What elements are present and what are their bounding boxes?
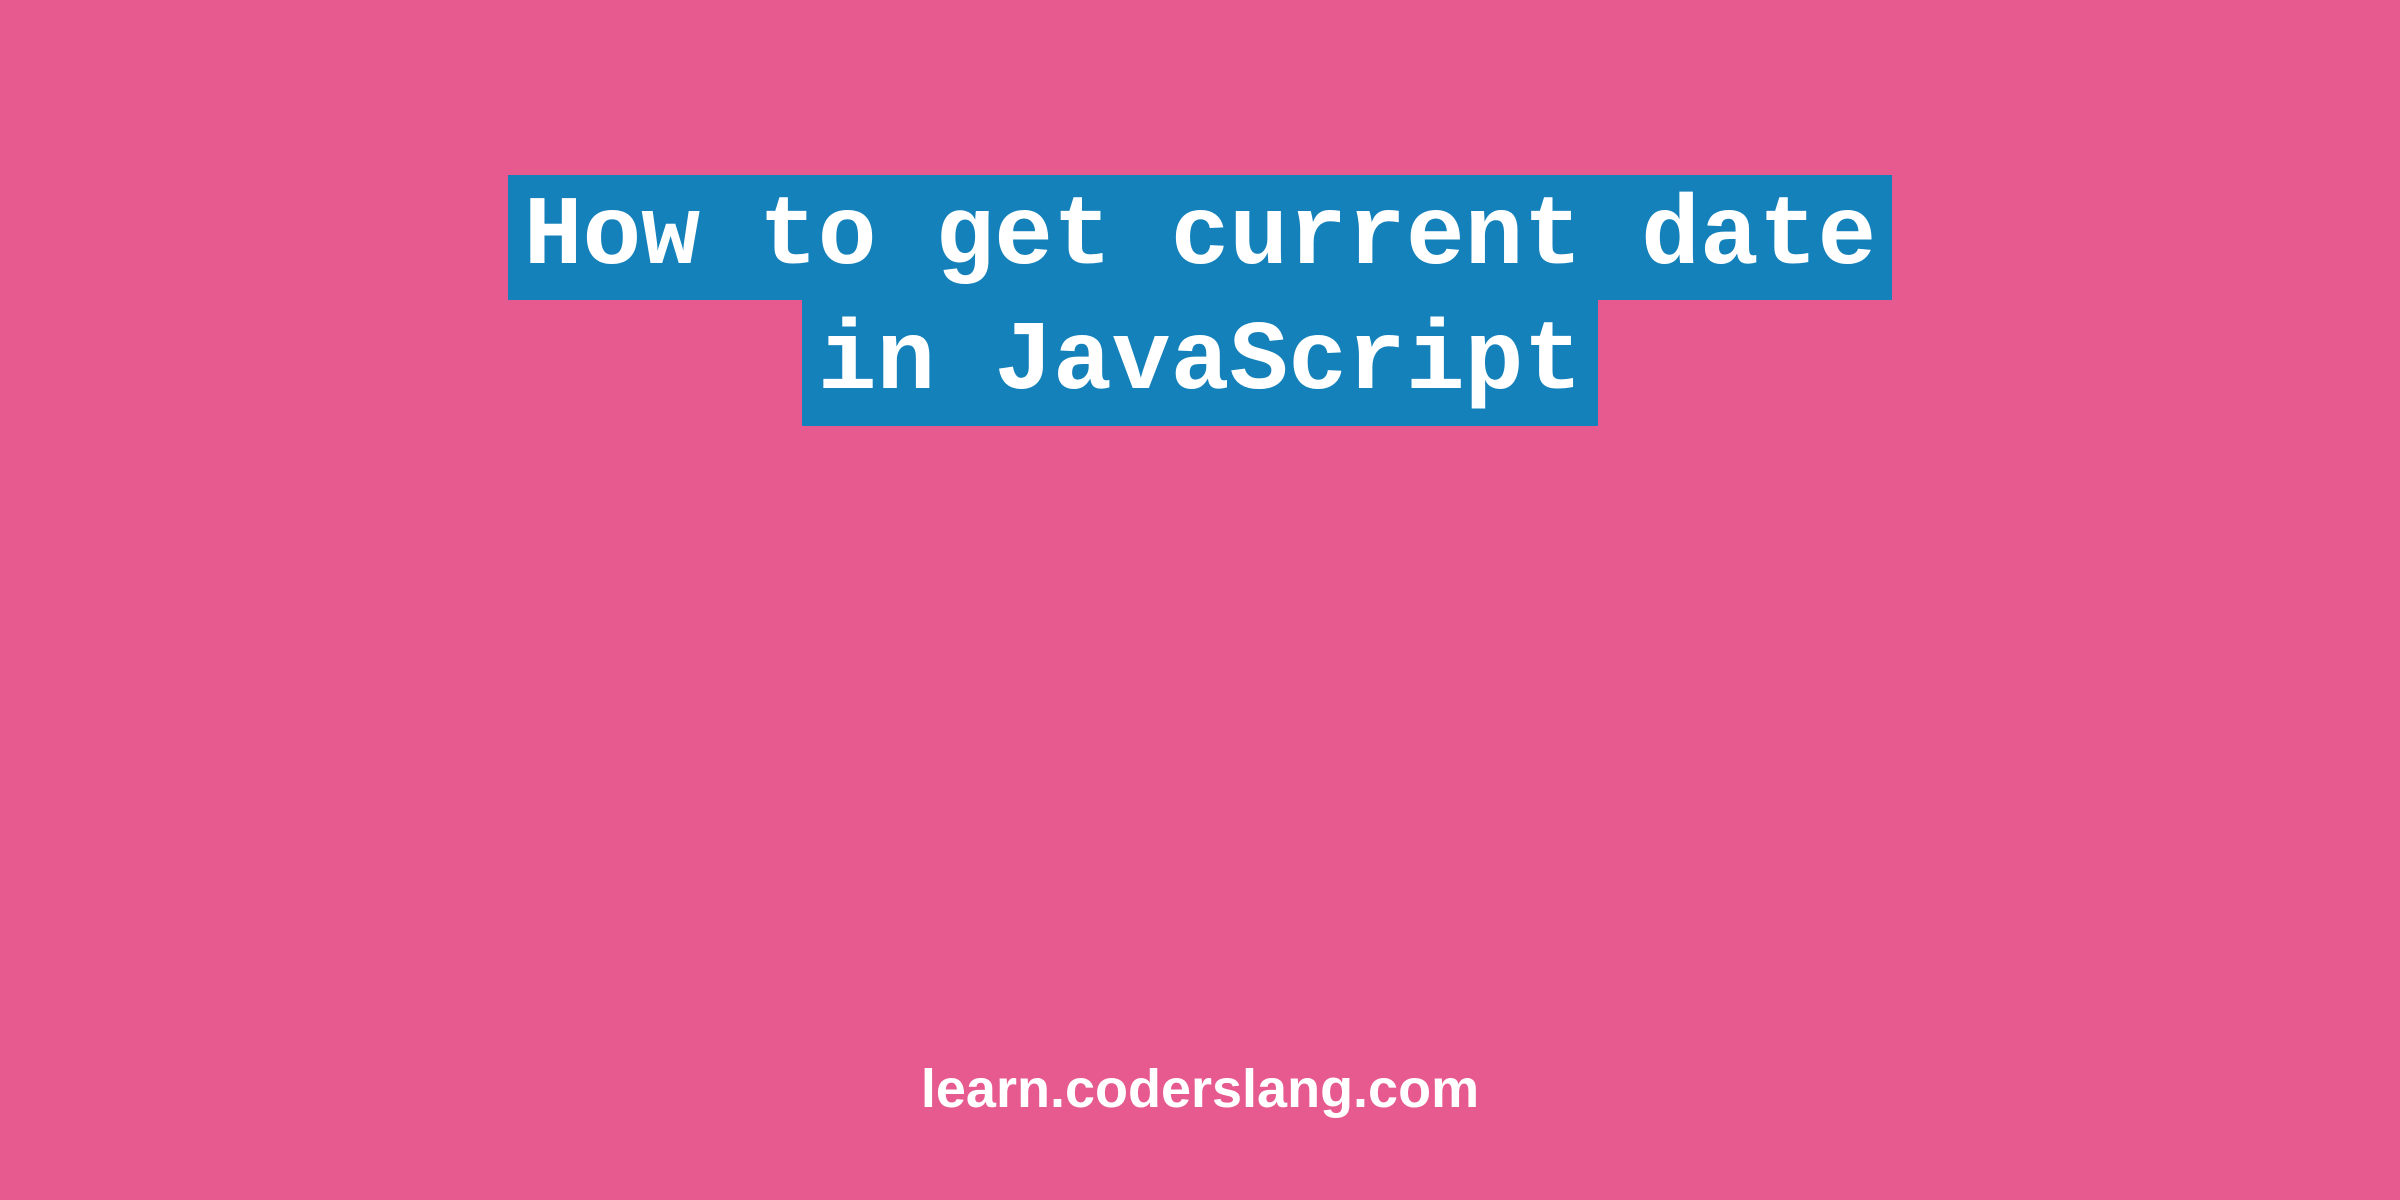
title-line-2-wrapper: in JavaScript (0, 300, 2400, 425)
title-line-2: in JavaScript (802, 300, 1599, 425)
title-line-1: How to get current date (508, 175, 1893, 300)
title-container: How to get current date in JavaScript (0, 175, 2400, 426)
footer-text: learn.coderslang.com (0, 1058, 2400, 1120)
title-line-1-wrapper: How to get current date (0, 175, 2400, 300)
